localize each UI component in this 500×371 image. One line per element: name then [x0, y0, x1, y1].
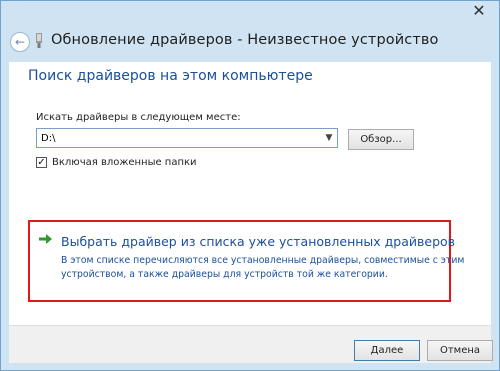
checkmark-icon: ✓ [37, 156, 46, 168]
description-line: устройством, а также драйверы для устрой… [61, 269, 388, 280]
close-button[interactable]: ✕ [465, 1, 493, 21]
search-path-label: Искать драйверы в следующем месте: [36, 112, 241, 123]
search-path-input[interactable] [37, 129, 319, 147]
back-arrow-icon: ← [14, 35, 26, 49]
include-subfolders-checkbox[interactable]: ✓ [36, 156, 47, 168]
include-subfolders-label: Включая вложенные папки [52, 156, 197, 168]
pick-from-list-description: В этом списке перечисляются все установл… [61, 254, 465, 282]
search-path-combobox[interactable]: ▼ [36, 128, 338, 148]
cancel-button[interactable]: Отмена [427, 340, 493, 361]
window-title: Обновление драйверов - Неизвестное устро… [51, 32, 439, 48]
next-button[interactable]: Далее [354, 340, 420, 361]
page-heading: Поиск драйверов на этом компьютере [28, 68, 313, 84]
back-button[interactable]: ← [10, 32, 30, 52]
browse-button[interactable]: Обзор... [348, 129, 414, 150]
green-arrow-icon [39, 234, 52, 244]
pick-from-list-link[interactable]: Выбрать драйвер из списка уже установлен… [61, 234, 455, 249]
description-line: В этом списке перечисляются все установл… [61, 255, 465, 266]
chevron-down-icon[interactable]: ▼ [321, 129, 337, 147]
close-icon: ✕ [472, 1, 486, 20]
include-subfolders-option[interactable]: ✓ Включая вложенные папки [36, 155, 197, 169]
device-driver-icon [36, 33, 42, 48]
